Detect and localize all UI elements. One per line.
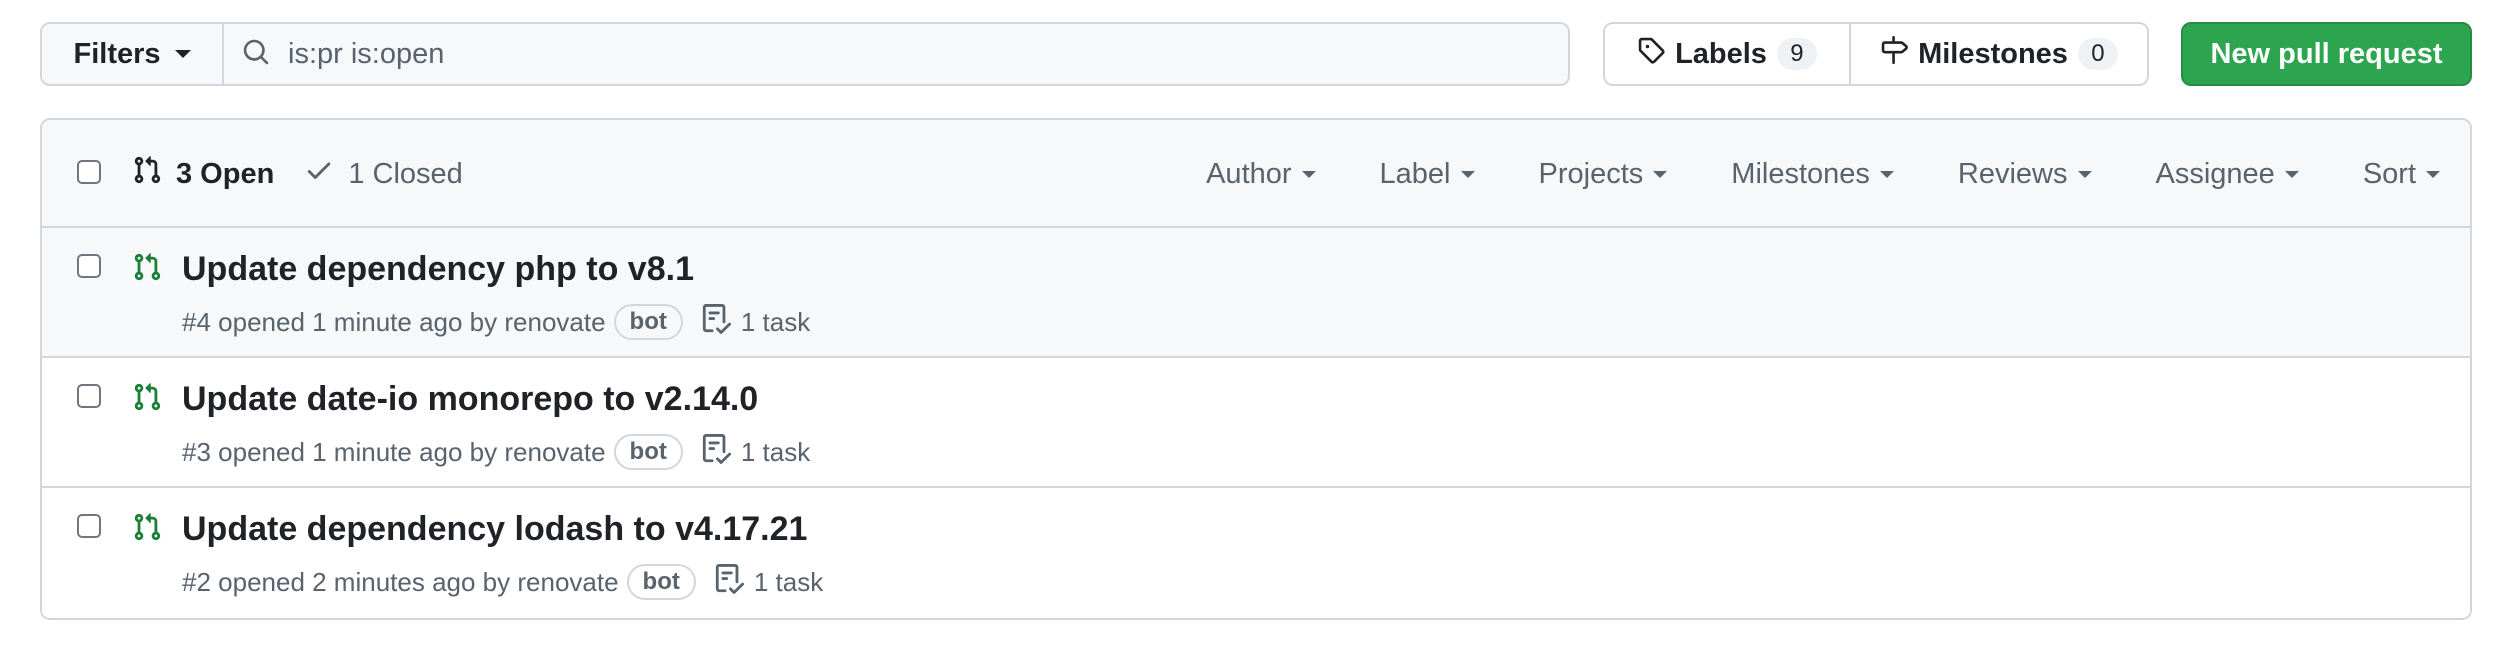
assignee-menu-label: Assignee — [2155, 157, 2275, 190]
pr-meta: #2 opened 2 minutes ago by renovate bot … — [182, 562, 823, 602]
author-menu[interactable]: Author — [1206, 157, 1316, 191]
list-item: Update dependency lodash to v4.17.21 #2 … — [42, 488, 2470, 618]
pr-meta-text: #2 opened 2 minutes ago by renovate — [182, 566, 619, 597]
caret-down-icon — [2426, 170, 2440, 178]
projects-menu-label: Projects — [1538, 157, 1644, 190]
milestones-label: Milestones — [1918, 37, 2068, 70]
caret-down-icon — [2284, 170, 2299, 178]
row-checkbox[interactable] — [77, 254, 101, 278]
pr-title-link[interactable]: Update date-io monorepo to v2.14.0 — [182, 380, 758, 419]
checklist-icon — [714, 563, 744, 601]
git-pull-request-icon — [132, 382, 162, 417]
milestones-menu[interactable]: Milestones — [1731, 158, 1894, 191]
open-filter-link[interactable]: 3 Open — [132, 155, 274, 193]
pr-meta-text: #4 opened 1 minute ago by renovate — [182, 306, 606, 337]
task-count: 1 task — [740, 436, 811, 467]
projects-menu[interactable]: Projects — [1539, 158, 1668, 191]
open-count-label: 3 Open — [176, 157, 275, 190]
author-menu-label: Author — [1206, 157, 1292, 190]
pr-meta: #3 opened 1 minute ago by renovate bot 1… — [182, 432, 810, 472]
caret-down-icon — [1460, 170, 1475, 178]
checklist-icon — [701, 433, 731, 471]
label-menu-label: Label — [1379, 157, 1451, 190]
task-progress: 1 task — [714, 563, 824, 601]
bot-label-badge[interactable]: bot — [613, 434, 683, 470]
closed-filter-link[interactable]: 1 Closed — [304, 155, 463, 193]
bot-label-badge[interactable]: bot — [626, 564, 696, 600]
caret-down-icon — [1653, 170, 1668, 178]
labels-label: Labels — [1675, 37, 1767, 70]
state-toggle: 3 Open 1 Closed — [132, 120, 463, 228]
pull-requests-page: Filters Labels 9 M — [0, 0, 2512, 662]
git-pull-request-icon — [132, 252, 162, 287]
tag-icon — [1637, 36, 1665, 72]
sort-menu-label: Sort — [2362, 157, 2416, 190]
caret-down-icon — [1301, 170, 1316, 178]
pull-request-list: 3 Open 1 Closed Author Label Projects Mi… — [40, 118, 2472, 620]
search-icon — [242, 38, 270, 71]
assignee-menu[interactable]: Assignee — [2156, 158, 2299, 191]
git-pull-request-icon — [132, 155, 162, 193]
search-box — [224, 24, 1568, 84]
task-progress: 1 task — [701, 433, 811, 471]
pr-meta-text: #3 opened 1 minute ago by renovate — [182, 436, 606, 467]
task-count: 1 task — [753, 566, 824, 597]
checklist-icon — [701, 303, 731, 341]
filter-search-group: Filters — [40, 22, 1570, 86]
git-pull-request-icon — [132, 512, 162, 547]
row-checkbox[interactable] — [77, 384, 101, 408]
filters-button[interactable]: Filters — [42, 24, 224, 84]
check-icon — [304, 155, 334, 193]
closed-count-label: 1 Closed — [348, 157, 463, 190]
header-filter-menus: Author Label Projects Milestones Reviews… — [1206, 120, 2440, 228]
row-checkbox[interactable] — [77, 514, 101, 538]
list-item: Update dependency php to v8.1 #4 opened … — [42, 228, 2470, 358]
list-item: Update date-io monorepo to v2.14.0 #3 op… — [42, 358, 2470, 488]
label-menu[interactable]: Label — [1380, 158, 1475, 191]
milestones-count-badge: 0 — [2077, 38, 2118, 70]
reviews-menu[interactable]: Reviews — [1958, 158, 2092, 191]
labels-button[interactable]: Labels 9 — [1605, 24, 1851, 84]
reviews-menu-label: Reviews — [1957, 157, 2068, 190]
task-count: 1 task — [740, 306, 811, 337]
caret-down-icon — [174, 50, 191, 58]
milestone-icon — [1880, 36, 1908, 72]
caret-down-icon — [2077, 170, 2092, 178]
filters-label: Filters — [73, 37, 161, 70]
milestones-menu-label: Milestones — [1731, 157, 1870, 190]
task-progress: 1 task — [701, 303, 811, 341]
sort-menu[interactable]: Sort — [2363, 158, 2440, 191]
pr-title-link[interactable]: Update dependency php to v8.1 — [182, 250, 694, 289]
new-pull-request-label: New pull request — [2210, 37, 2443, 70]
labels-count-badge: 9 — [1776, 38, 1817, 70]
new-pull-request-button[interactable]: New pull request — [2181, 22, 2472, 86]
pr-meta: #4 opened 1 minute ago by renovate bot 1… — [182, 302, 810, 342]
search-input[interactable] — [288, 37, 1568, 71]
pr-title-link[interactable]: Update dependency lodash to v4.17.21 — [182, 510, 807, 549]
select-all-checkbox[interactable] — [77, 160, 101, 184]
list-header: 3 Open 1 Closed Author Label Projects Mi… — [42, 120, 2470, 228]
bot-label-badge[interactable]: bot — [613, 304, 683, 340]
labels-milestones-group: Labels 9 Milestones 0 — [1603, 22, 2149, 86]
milestones-button[interactable]: Milestones 0 — [1851, 24, 2147, 84]
toolbar: Filters Labels 9 M — [40, 22, 2472, 86]
caret-down-icon — [1879, 170, 1894, 178]
